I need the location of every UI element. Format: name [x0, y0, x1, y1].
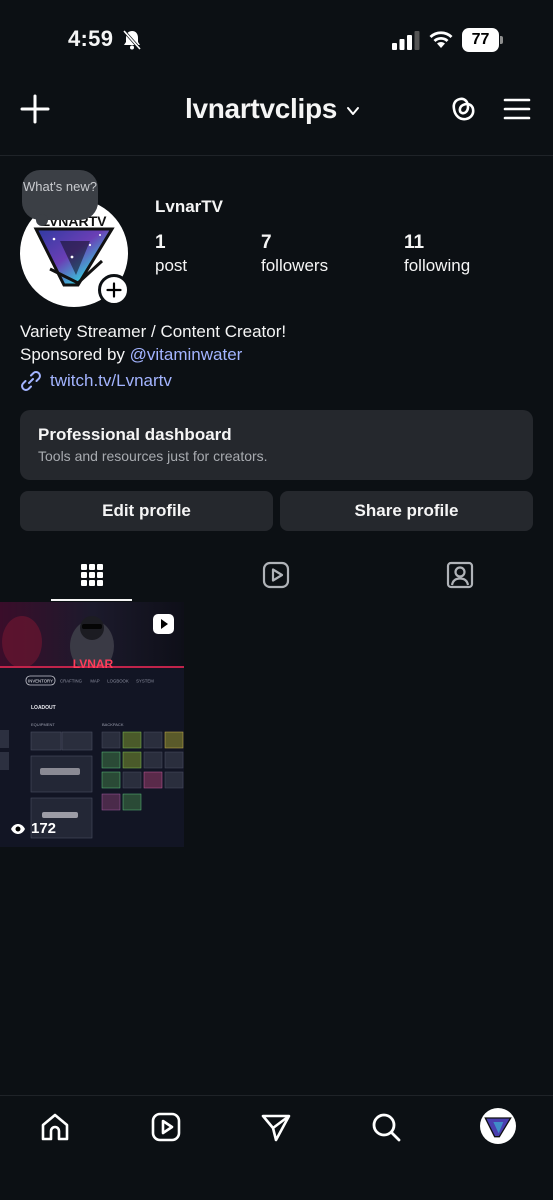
display-name: LvnarTV	[155, 197, 224, 216]
bio-sponsored-text: Sponsored by	[20, 345, 130, 364]
tab-reels[interactable]	[184, 548, 368, 602]
reels-icon	[262, 561, 290, 589]
thumb-equipment: EQUIPMENT	[31, 722, 55, 727]
chevron-down-icon	[347, 107, 360, 115]
stat-posts[interactable]: 1 post	[155, 232, 187, 278]
account-switcher[interactable]: lvnartvclips	[185, 93, 361, 125]
professional-dashboard-card[interactable]: Professional dashboard Tools and resourc…	[20, 410, 533, 480]
reel-badge-icon	[153, 614, 174, 634]
edit-profile-button[interactable]: Edit profile	[20, 491, 273, 531]
stat-label: post	[155, 256, 188, 275]
menu-icon[interactable]	[502, 96, 532, 122]
send-icon[interactable]	[260, 1111, 292, 1143]
stat-label: following	[404, 256, 471, 275]
link-text: twitch.tv/Lvnartv	[50, 371, 172, 390]
stat-value: 1	[155, 232, 166, 253]
post-view-count: 172	[10, 820, 56, 837]
signal-icon	[392, 31, 420, 50]
whats-new-note[interactable]: What's new?	[22, 170, 98, 226]
bottom-navigation	[0, 1095, 553, 1200]
create-plus-icon[interactable]	[20, 94, 50, 124]
profile-tabs	[0, 548, 553, 602]
bell-slash-icon	[122, 30, 142, 50]
battery-indicator: 77	[462, 28, 504, 52]
thumb-tab: MAP	[90, 679, 99, 684]
profile-bio: Variety Streamer / Content Creator! Spon…	[20, 320, 286, 366]
username-title: lvnartvclips	[185, 93, 338, 124]
grid-post[interactable]: LVNAR INVENTORY CRAFTING MAP LOGBOOK SYS…	[0, 602, 184, 847]
active-tab-indicator	[51, 599, 132, 601]
bio-line: Variety Streamer / Content Creator!	[20, 322, 287, 341]
dashboard-subtitle: Tools and resources just for creators.	[38, 448, 268, 464]
stat-following[interactable]: 11 following	[404, 232, 470, 278]
thumb-tab: CRAFTING	[60, 679, 83, 684]
battery-level: 77	[462, 28, 499, 52]
thumb-backpack: BACKPACK	[102, 722, 124, 727]
stat-value: 7	[261, 232, 272, 253]
add-story-button[interactable]	[98, 274, 130, 306]
link-icon	[21, 371, 41, 391]
mention-link[interactable]: @vitaminwater	[130, 345, 243, 364]
profile-avatar[interactable]	[480, 1108, 516, 1144]
status-time: 4:59	[68, 26, 114, 51]
stat-followers[interactable]: 7 followers	[261, 232, 328, 278]
thumb-tab: LOGBOOK	[107, 679, 129, 684]
search-icon[interactable]	[370, 1111, 402, 1143]
lvnartv-logo	[484, 1117, 512, 1138]
share-profile-button[interactable]: Share profile	[280, 491, 533, 531]
dashboard-title: Professional dashboard	[38, 425, 232, 444]
bio-line: Sponsored by @vitaminwater	[20, 343, 286, 366]
profile-link[interactable]: twitch.tv/Lvnartv	[20, 370, 172, 392]
profile-header: lvnartvclips	[0, 80, 553, 156]
status-bar: 4:59 77	[0, 0, 553, 80]
tagged-icon	[446, 561, 474, 589]
tab-posts-grid[interactable]	[0, 548, 184, 602]
plus-icon	[106, 282, 122, 298]
stat-label: followers	[261, 256, 329, 275]
post-thumbnail: LVNAR INVENTORY CRAFTING MAP LOGBOOK SYS…	[0, 602, 184, 847]
home-icon[interactable]	[39, 1111, 71, 1143]
eye-icon	[11, 823, 25, 834]
thumb-tab: INVENTORY	[28, 679, 53, 684]
grid-icon	[81, 564, 103, 586]
threads-icon[interactable]	[446, 92, 478, 126]
wifi-icon	[429, 31, 453, 48]
thumb-loadout: LOADOUT	[31, 705, 56, 711]
stat-value: 11	[404, 232, 425, 253]
thumb-tab: SYSTEM	[136, 679, 154, 684]
tab-tagged[interactable]	[368, 548, 552, 602]
view-count-text: 172	[31, 820, 57, 837]
reels-icon[interactable]	[150, 1111, 182, 1143]
